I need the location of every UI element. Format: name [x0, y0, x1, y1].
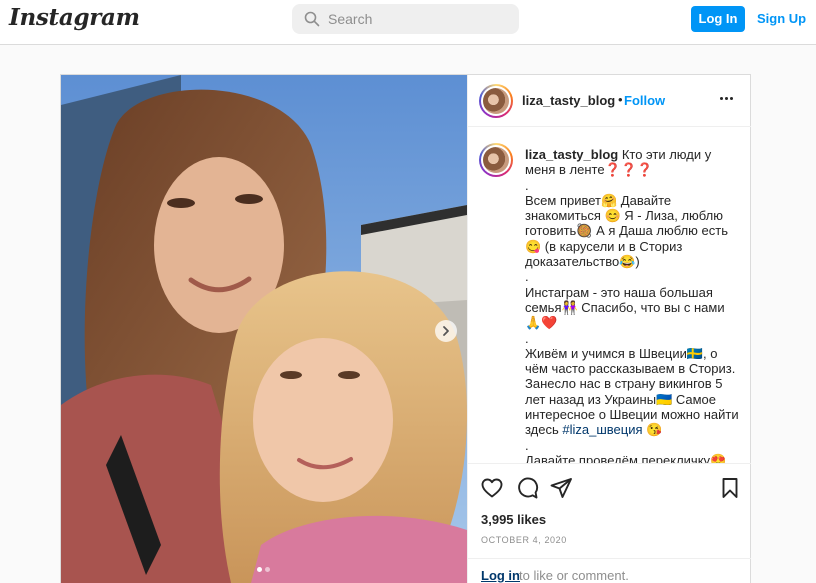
instagram-logo[interactable]: Instagram [9, 4, 140, 31]
login-prompt: Log in to like or comment. [468, 558, 751, 583]
post-photo[interactable] [61, 75, 467, 583]
login-prompt-text: to like or comment. [519, 568, 629, 583]
post-actions: 3,995 likes OCTOBER 4, 2020 Log in to li… [468, 463, 751, 583]
avatar[interactable] [479, 84, 513, 118]
log-in-link[interactable]: Log in [481, 568, 520, 583]
post-card: liza_tasty_blog • Follow liza_tasty_blog… [60, 74, 751, 583]
caption-username[interactable]: liza_tasty_blog [525, 147, 618, 162]
caption-scroll-area[interactable]: liza_tasty_blog Кто эти люди у меня в ле… [468, 127, 751, 463]
avatar-image [483, 88, 509, 114]
carousel-dot-1 [257, 567, 262, 572]
sign-up-link[interactable]: Sign Up [757, 11, 806, 26]
caption-avatar-image [483, 147, 509, 173]
search-box[interactable]: Search [292, 4, 519, 34]
post-photo-image [61, 75, 467, 583]
comment-icon[interactable] [515, 476, 539, 500]
share-icon[interactable] [549, 476, 573, 500]
carousel-dot-2 [265, 567, 270, 572]
bookmark-icon[interactable] [718, 476, 742, 500]
log-in-button[interactable]: Log In [691, 6, 745, 32]
like-count[interactable]: 3,995 likes [481, 512, 546, 527]
hashtag-link[interactable]: #liza_швеция [562, 422, 642, 437]
caption-avatar[interactable] [479, 143, 513, 177]
more-options-icon[interactable] [720, 97, 733, 100]
search-input[interactable]: Search [328, 11, 372, 27]
header-separator: • [618, 92, 623, 107]
caption-text: Кто эти люди у меня в ленте❓❓❓ . Всем пр… [525, 147, 739, 438]
carousel-dots [257, 567, 270, 573]
author-username[interactable]: liza_tasty_blog [522, 93, 615, 108]
follow-button[interactable]: Follow [624, 93, 665, 108]
post-header: liza_tasty_blog • Follow [468, 75, 751, 127]
post-caption: liza_tasty_blog Кто эти люди у меня в ле… [525, 147, 740, 463]
carousel-next-button[interactable] [435, 320, 457, 342]
post-date[interactable]: OCTOBER 4, 2020 [481, 535, 567, 545]
post-sidebar: liza_tasty_blog • Follow liza_tasty_blog… [467, 75, 751, 583]
top-navigation-bar: Instagram Search Log In Sign Up [0, 0, 816, 45]
heart-icon[interactable] [480, 476, 504, 500]
chevron-right-icon [443, 326, 449, 336]
search-icon [304, 11, 320, 27]
